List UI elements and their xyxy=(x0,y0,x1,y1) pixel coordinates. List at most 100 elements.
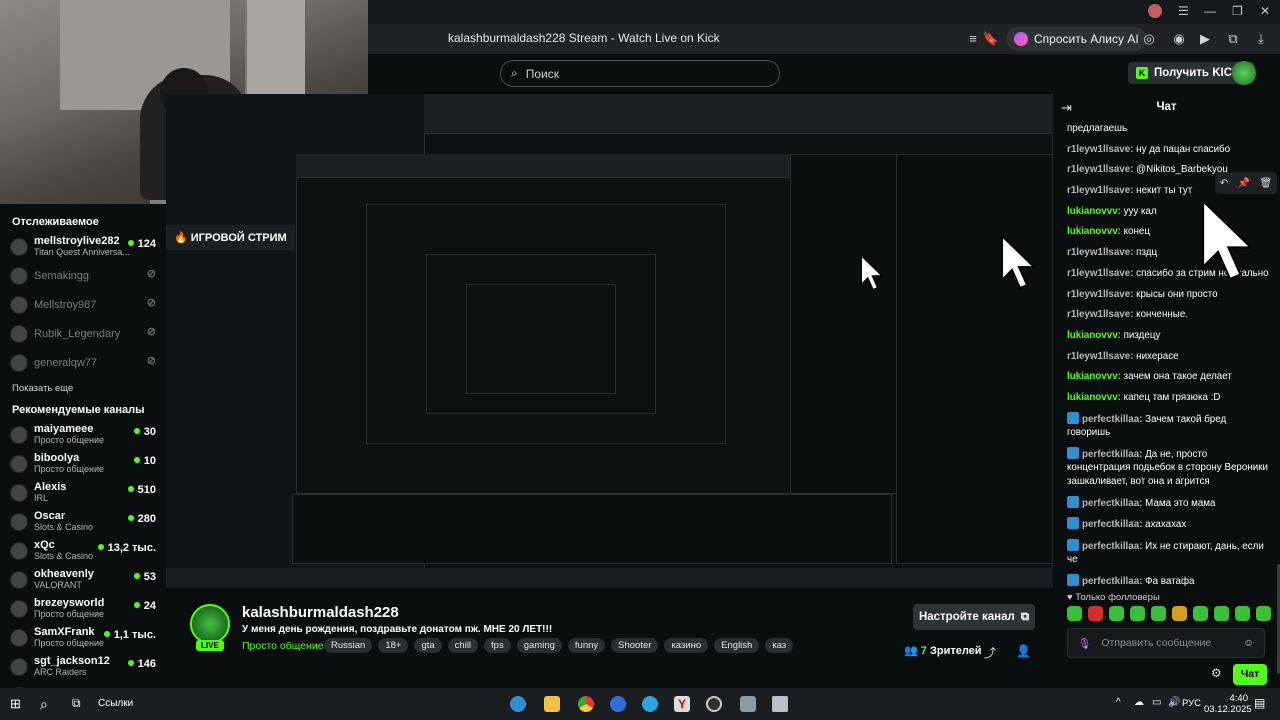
folder-icon[interactable] xyxy=(544,696,560,712)
chat-username[interactable]: perfectkillaa xyxy=(1082,576,1139,587)
links-toolbar[interactable]: Ссылки xyxy=(98,698,133,709)
profile-icon[interactable] xyxy=(1148,4,1162,18)
chat-message[interactable]: perfectkillaa: Мама это мама xyxy=(1067,495,1272,511)
chat-message[interactable]: r1leyw1llsave: нихерасе xyxy=(1067,350,1272,364)
clock[interactable]: 4:40 03.12.2025 xyxy=(1204,693,1252,715)
tag[interactable]: English xyxy=(714,638,760,653)
tag[interactable]: fps xyxy=(484,638,511,653)
pin-icon[interactable]: 📌 xyxy=(1238,178,1250,189)
emote-icon[interactable] xyxy=(1067,606,1082,621)
chat-message[interactable]: r1leyw1llsave: конченные. xyxy=(1067,308,1272,322)
tag[interactable]: Shooter xyxy=(611,638,659,653)
task-view-icon[interactable]: ⧉ xyxy=(72,696,88,712)
chat-message[interactable]: perfectkillaa: Зачем такой бред говоришь xyxy=(1067,411,1272,440)
chat-username[interactable]: lukianovvv xyxy=(1067,392,1118,403)
chat-send-button[interactable]: Чат xyxy=(1233,664,1267,685)
tag[interactable]: funny xyxy=(567,638,606,653)
chat-username[interactable]: r1leyw1llsave xyxy=(1067,268,1130,279)
chat-username[interactable]: perfectkillaa xyxy=(1082,498,1139,509)
yandex-browser-icon[interactable]: Y xyxy=(674,696,690,712)
chat-username[interactable]: r1leyw1llsave xyxy=(1067,351,1130,362)
app-icon[interactable] xyxy=(740,696,756,712)
category-link[interactable]: Просто общение xyxy=(242,640,324,652)
tag[interactable]: gaming xyxy=(516,638,562,653)
translate-icon[interactable]: ◉ xyxy=(1170,30,1188,48)
chat-username[interactable]: perfectkillaa xyxy=(1082,541,1139,552)
emote-icon[interactable] xyxy=(1151,606,1166,621)
chat-username[interactable]: lukianovvv xyxy=(1067,226,1118,237)
chat-username[interactable]: perfectkillaa xyxy=(1082,519,1139,530)
chat-message[interactable]: perfectkillaa: Да не, просто концентраци… xyxy=(1067,446,1272,489)
share-icon[interactable]: ⤴ xyxy=(984,644,996,661)
chat-username[interactable]: perfectkillaa xyxy=(1082,449,1139,460)
alisa-button[interactable]: Спросить Алису AI xyxy=(1006,27,1147,51)
sidebar-channel-biboolya[interactable]: biboolya Просто общение 10 xyxy=(10,449,156,478)
chat-username[interactable]: r1leyw1llsave xyxy=(1067,309,1130,320)
sidebar-channel-mellstroy987[interactable]: Mellstroy987 ⊘ xyxy=(10,290,156,319)
chat-settings-icon[interactable]: ⚙ xyxy=(1211,666,1222,680)
channel-avatar[interactable] xyxy=(190,604,230,644)
app-icon[interactable] xyxy=(610,696,626,712)
language-indicator[interactable]: РУС xyxy=(1182,698,1201,709)
tag[interactable]: 18+ xyxy=(378,638,409,653)
add-user-icon[interactable]: 👤 xyxy=(1016,644,1031,658)
bookmark-icon[interactable]: 🔖 xyxy=(982,30,1000,48)
chat-username[interactable]: lukianovvv xyxy=(1067,330,1118,341)
chat-input[interactable]: 🎙 Отправить сообщение ☺ xyxy=(1067,628,1265,658)
video-player[interactable]: 🔥 ИГРОВОЙ СТРИМ xyxy=(166,94,1053,588)
emoji-icon[interactable]: ☺ xyxy=(1243,637,1254,649)
edge-icon[interactable] xyxy=(510,696,526,712)
chat-username[interactable]: r1leyw1llsave xyxy=(1067,144,1130,155)
chat-message[interactable]: lukianovvv: пиздецу xyxy=(1067,329,1272,343)
channel-name[interactable]: kalashburmaldash228 xyxy=(242,604,399,621)
setup-channel-button[interactable]: Настройте канал ⧉ xyxy=(913,604,1035,630)
emote-icon[interactable] xyxy=(1214,606,1229,621)
emote-icon[interactable] xyxy=(1235,606,1250,621)
chat-message[interactable]: предлагаешь xyxy=(1067,122,1272,136)
search-icon[interactable]: ⌕ xyxy=(40,696,56,712)
minimize-icon[interactable]: — xyxy=(1204,4,1216,18)
tag[interactable]: gta xyxy=(414,638,442,653)
media-icon[interactable]: ▶ xyxy=(1196,30,1214,48)
cloud-icon[interactable]: ☁ xyxy=(1134,697,1144,708)
tray-chevron-icon[interactable]: ^ xyxy=(1116,697,1121,708)
sidebar-channel-sgt_jackson12[interactable]: sgt_jackson12 ARC Raiders 146 xyxy=(10,652,156,681)
reply-icon[interactable]: ↶ xyxy=(1220,178,1228,189)
chat-username[interactable]: r1leyw1llsave xyxy=(1067,185,1130,196)
chat-message[interactable]: r1leyw1llsave: крысы они просто xyxy=(1067,288,1272,302)
maximize-icon[interactable]: ❐ xyxy=(1232,4,1243,18)
emote-icon[interactable] xyxy=(1193,606,1208,621)
sidebar-channel-alexis[interactable]: Alexis IRL 510 xyxy=(10,478,156,507)
chat-username[interactable]: lukianovvv xyxy=(1067,206,1118,217)
emote-icon[interactable] xyxy=(1088,606,1103,621)
menu-icon[interactable]: ☰ xyxy=(1178,4,1189,18)
chat-username[interactable]: r1leyw1llsave xyxy=(1067,289,1130,300)
sidebar-channel-oscar[interactable]: Oscar Slots & Casino 280 xyxy=(10,507,156,536)
chat-message[interactable]: perfectkillaa: Фа ватафа xyxy=(1067,574,1272,589)
obs-icon[interactable] xyxy=(706,696,722,712)
tag[interactable]: chill xyxy=(447,638,479,653)
page-title[interactable]: kalashburmaldash228 Stream - Watch Live … xyxy=(448,31,720,45)
microphone-icon[interactable]: 🎙 xyxy=(1078,637,1091,650)
chat-username[interactable]: r1leyw1llsave xyxy=(1067,247,1130,258)
sidebar-channel-rubik_legendary[interactable]: Rubik_Legendary ⊘ xyxy=(10,319,156,348)
user-avatar[interactable] xyxy=(1232,61,1256,85)
chat-username[interactable]: r1leyw1llsave xyxy=(1067,164,1130,175)
tag[interactable]: Russian xyxy=(324,638,373,653)
telegram-icon[interactable] xyxy=(642,696,658,712)
yandex-menu-icon[interactable]: ≡ xyxy=(964,30,982,48)
globe-icon[interactable]: ◎ xyxy=(1140,30,1158,48)
sidebar-channel-okheavenly[interactable]: okheavenly VALORANT 53 xyxy=(10,565,156,594)
chat-username[interactable]: perfectkillaa xyxy=(1082,414,1139,425)
chat-message[interactable]: perfectkillaa: ахахахах xyxy=(1067,517,1272,532)
chrome-icon[interactable] xyxy=(578,696,594,712)
network-icon[interactable]: ▭ xyxy=(1152,697,1161,708)
search-input[interactable]: ⌕ Поиск xyxy=(500,60,780,87)
chat-message[interactable]: lukianovvv: капец там грязюка :D xyxy=(1067,391,1272,405)
collections-icon[interactable]: ⧉ xyxy=(1224,30,1242,48)
chat-message[interactable]: lukianovvv: зачем она такое делает xyxy=(1067,370,1272,384)
volume-icon[interactable]: 🔊 xyxy=(1168,697,1180,708)
sidebar-channel-semakingg[interactable]: Semakingg ⊘ xyxy=(10,261,156,290)
tag[interactable]: казино xyxy=(664,638,709,653)
emote-icon[interactable] xyxy=(1256,606,1271,621)
